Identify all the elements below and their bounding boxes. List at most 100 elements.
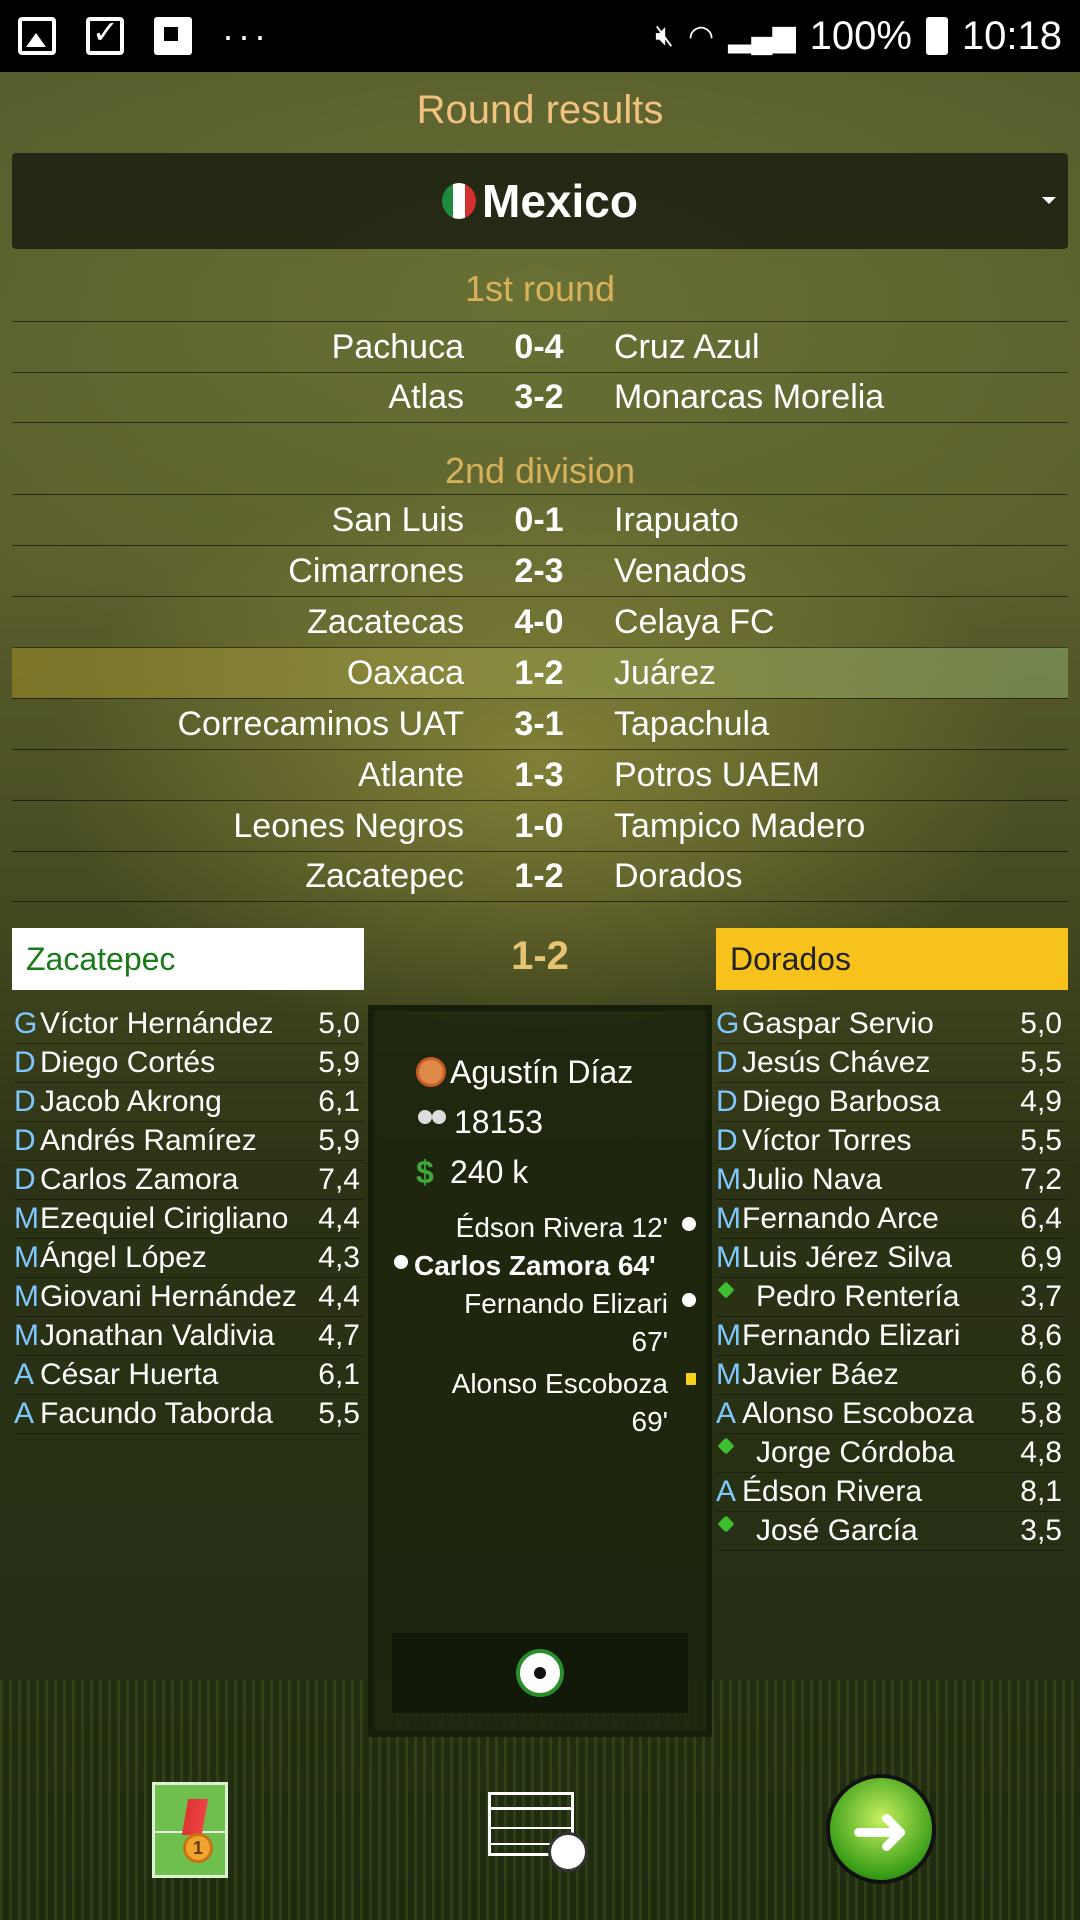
- away-lineup: G Gaspar Servio 5,0 D Jesús Chávez 5,5 D Diego …: [716, 1005, 1066, 1551]
- player-row[interactable]: M Luis Jérez Silva 6,9: [716, 1239, 1066, 1278]
- event-text: Alonso Escoboza 69': [451, 1368, 668, 1437]
- next-button[interactable]: [826, 1774, 936, 1884]
- player-row[interactable]: D Víctor Torres 5,5: [716, 1122, 1066, 1161]
- player-rating: 4,8: [1020, 1436, 1062, 1469]
- match-row[interactable]: Pachuca 0-4 Cruz Azul: [12, 321, 1068, 372]
- event-text: Fernando Elizari 67': [464, 1288, 668, 1357]
- player-position: M: [716, 1241, 741, 1274]
- money-icon: $: [416, 1154, 434, 1190]
- flipboard-icon: [154, 17, 192, 55]
- player-name: Édson Rivera: [742, 1475, 923, 1508]
- player-row[interactable]: G Gaspar Servio 5,0: [716, 1005, 1066, 1044]
- player-name: José García: [756, 1514, 918, 1547]
- match-event: Édson Rivera 12': [374, 1209, 706, 1247]
- match-score: 1-2: [514, 857, 564, 895]
- away-team: Irapuato: [614, 500, 739, 539]
- player-rating: 6,1: [318, 1358, 360, 1391]
- away-team: Potros UAEM: [614, 755, 820, 794]
- player-name: Víctor Hernández: [40, 1007, 274, 1040]
- player-row[interactable]: M Javier Báez 6,6: [716, 1356, 1066, 1395]
- player-name: Luis Jérez Silva: [742, 1241, 953, 1274]
- player-position: A: [14, 1397, 35, 1430]
- player-row[interactable]: A Édson Rivera 8,1: [716, 1473, 1066, 1512]
- player-row[interactable]: M Fernando Elizari 8,6: [716, 1317, 1066, 1356]
- match-row[interactable]: Correcaminos UAT 3-1 Tapachula: [12, 698, 1068, 749]
- substitute-row[interactable]: Jorge Córdoba 4,8: [716, 1434, 1066, 1473]
- player-rating: 6,9: [1020, 1241, 1062, 1274]
- match-row[interactable]: Atlas 3-2 Monarcas Morelia: [12, 372, 1068, 423]
- player-position: D: [14, 1124, 36, 1157]
- player-row[interactable]: D Andrés Ramírez 5,9: [14, 1122, 364, 1161]
- match-score: 1-2: [514, 653, 564, 692]
- match-stats-button[interactable]: [392, 1633, 688, 1713]
- referee-line: Agustín Díaz: [416, 1047, 706, 1097]
- match-score: 1-3: [514, 755, 564, 794]
- away-team: Venados: [614, 551, 747, 590]
- match-score: 3-1: [514, 704, 564, 743]
- match-score: 2-3: [514, 551, 564, 590]
- player-name: Jorge Córdoba: [756, 1436, 955, 1469]
- player-rating: 6,6: [1020, 1358, 1062, 1391]
- player-row[interactable]: M Ángel López 4,3: [14, 1239, 364, 1278]
- country-dropdown[interactable]: Mexico: [12, 153, 1068, 249]
- player-row[interactable]: D Jesús Chávez 5,5: [716, 1044, 1066, 1083]
- player-row[interactable]: M Fernando Arce 6,4: [716, 1200, 1066, 1239]
- player-row[interactable]: D Diego Cortés 5,9: [14, 1044, 364, 1083]
- player-rating: 4,4: [318, 1202, 360, 1235]
- match-row[interactable]: Zacatecas 4-0 Celaya FC: [12, 596, 1068, 647]
- match-score: 0-4: [514, 327, 564, 366]
- event-text: Carlos Zamora 64': [414, 1250, 656, 1281]
- match-list-1st-round: Pachuca 0-4 Cruz Azul Atlas 3-2 Monarcas…: [12, 321, 1068, 423]
- match-row[interactable]: San Luis 0-1 Irapuato: [12, 494, 1068, 545]
- player-position: A: [716, 1397, 737, 1430]
- match-row[interactable]: Atlante 1-3 Potros UAEM: [12, 749, 1068, 800]
- player-name: Víctor Torres: [742, 1124, 912, 1157]
- player-rating: 5,5: [1020, 1046, 1062, 1079]
- player-position: M: [716, 1163, 741, 1196]
- player-row[interactable]: M Giovani Hernández 4,4: [14, 1278, 364, 1317]
- player-row[interactable]: G Víctor Hernández 5,0: [14, 1005, 364, 1044]
- player-row[interactable]: M Julio Nava 7,2: [716, 1161, 1066, 1200]
- player-row[interactable]: A César Huerta 6,1: [14, 1356, 364, 1395]
- away-team: Cruz Azul: [614, 327, 760, 366]
- player-row[interactable]: M Ezequiel Cirigliano 4,4: [14, 1200, 364, 1239]
- player-position: A: [716, 1475, 737, 1508]
- match-row[interactable]: Cimarrones 2-3 Venados: [12, 545, 1068, 596]
- field-medal-button[interactable]: 1: [152, 1782, 228, 1878]
- player-name: Julio Nava: [742, 1163, 883, 1196]
- player-rating: 5,8: [1020, 1397, 1062, 1430]
- player-row[interactable]: D Carlos Zamora 7,4: [14, 1161, 364, 1200]
- player-row[interactable]: A Alonso Escoboza 5,8: [716, 1395, 1066, 1434]
- player-rating: 5,0: [318, 1007, 360, 1040]
- attendance-icon: [416, 1110, 450, 1134]
- player-rating: 4,9: [1020, 1085, 1062, 1118]
- more-notifications-icon: ···: [222, 15, 270, 56]
- goal-ball-icon: [682, 1293, 696, 1307]
- player-name: Diego Cortés: [40, 1046, 216, 1079]
- match-row[interactable]: Leones Negros 1-0 Tampico Madero: [12, 800, 1068, 851]
- event-text: Édson Rivera 12': [455, 1212, 668, 1243]
- match-event: Carlos Zamora 64': [374, 1247, 706, 1285]
- player-name: Pedro Rentería: [756, 1280, 960, 1313]
- player-name: Giovani Hernández: [40, 1280, 297, 1313]
- player-row[interactable]: D Jacob Akrong 6,1: [14, 1083, 364, 1122]
- player-rating: 4,4: [318, 1280, 360, 1313]
- yellow-card-icon: [686, 1373, 696, 1385]
- match-event: Fernando Elizari 67': [374, 1285, 706, 1361]
- substitute-row[interactable]: José García 3,5: [716, 1512, 1066, 1551]
- attendance-line: 18153: [416, 1097, 706, 1147]
- substitute-row[interactable]: Pedro Rentería 3,7: [716, 1278, 1066, 1317]
- player-position: D: [14, 1085, 36, 1118]
- player-row[interactable]: D Diego Barbosa 4,9: [716, 1083, 1066, 1122]
- match-row[interactable]: Zacatepec 1-2 Dorados: [12, 851, 1068, 902]
- match-score: 1-0: [514, 806, 564, 845]
- player-row[interactable]: M Jonathan Valdivia 4,7: [14, 1317, 364, 1356]
- status-bar: ··· 🔇︎ ◠ ▂▄▆ 100% 10:18: [0, 0, 1080, 72]
- league-table-button[interactable]: [488, 1792, 588, 1878]
- player-name: Gaspar Servio: [742, 1007, 934, 1040]
- battery-percent: 100%: [809, 13, 912, 58]
- player-row[interactable]: A Facundo Taborda 5,5: [14, 1395, 364, 1434]
- home-team-header[interactable]: Zacatepec: [12, 928, 364, 990]
- away-team-header[interactable]: Dorados: [716, 928, 1068, 990]
- match-row-highlighted[interactable]: Oaxaca 1-2 Juárez: [12, 647, 1068, 698]
